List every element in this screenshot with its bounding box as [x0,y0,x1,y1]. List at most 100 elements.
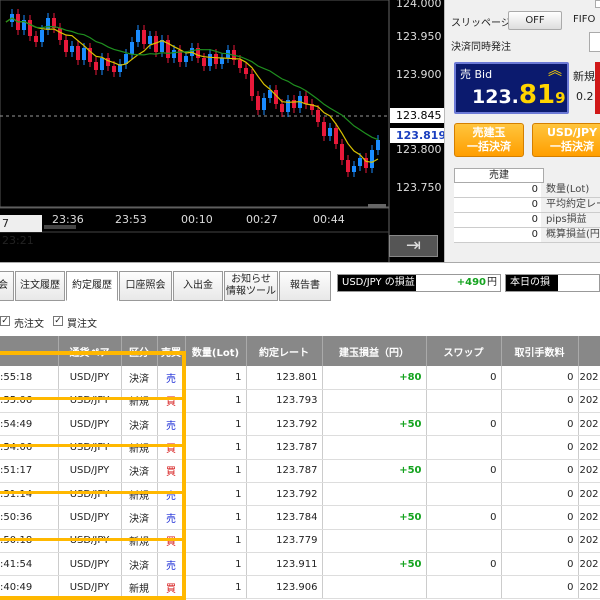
new-order-label: 新規 [573,70,595,83]
sell-bid-button[interactable]: 売 Bid ︽ 123.819 [454,62,569,114]
col-pair[interactable]: 通貨ペア [58,336,122,366]
x-tick: 00:44 [313,213,345,226]
col-lot[interactable]: 数量(Lot) [185,336,247,366]
candle-body [280,104,284,112]
price-line-label: 123.845 [390,108,444,123]
buy-order-label: 買注文 [67,319,97,330]
position-label: 数量(Lot) [546,184,590,195]
row-fee: 0 [501,529,579,553]
row-pl: +80 [322,366,427,390]
row-pl [322,529,427,553]
row-pl [322,389,427,414]
col-fee[interactable]: 取引手数料 [501,336,579,366]
scroll-to-latest-button[interactable]: ⇥ [389,235,438,257]
table-header: 通貨ペア 区分 売買 数量(Lot) 約定レート 建玉損益（円） スワップ 取引… [0,336,600,366]
row-date: 202 [578,505,600,530]
position-value: 0 [454,228,541,242]
candle-body [208,54,212,66]
row-pair: USD/JPY [58,552,122,577]
candle-body [34,36,38,42]
slippage-label: スリッページ [451,18,511,29]
col-rate[interactable]: 約定レート [246,336,323,366]
execution-history-table: 通貨ペア 区分 売買 数量(Lot) 約定レート 建玉損益（円） スワップ 取引… [0,336,600,600]
close-all-sell-button[interactable]: 売建玉 一括決済 [454,123,524,157]
buy-ask-button[interactable] [595,62,600,114]
col-swap[interactable]: スワップ [426,336,502,366]
table-row[interactable]: :40:49 USD/JPY 新規買 1 123.906 0 202 [0,575,600,600]
row-pair: USD/JPY [58,575,122,600]
price-chart[interactable]: 124.000 123.950 123.900 123.845 123.819 … [0,0,446,262]
row-type: 新規 [121,575,158,600]
settle-order-input[interactable] [589,32,600,52]
col-type[interactable]: 区分 [121,336,158,366]
row-time: :51:14 [0,482,59,507]
table-row[interactable]: :54:49 USD/JPY 決済売 1 123.792 +50 0 0 202 [0,412,600,437]
row-swap: 0 [426,459,502,483]
row-lot: 1 [185,575,247,600]
position-summary: 売建 0 数量(Lot) 0 平均約定レート 0 pips損益 0 概算損益(円) [454,168,600,243]
tab-partial[interactable]: 会 [0,271,14,301]
row-pl [322,482,427,507]
candle-body [148,36,152,44]
candle-body [244,68,248,74]
tab-reports[interactable]: 報告書 [279,271,331,301]
row-pair: USD/JPY [58,505,122,530]
row-type: 決済 [121,366,158,390]
sell-order-label: 売注文 [14,319,44,330]
row-rate: 123.801 [246,366,323,390]
col-time[interactable] [0,336,59,366]
row-fee: 0 [501,412,579,437]
row-date: 202 [578,435,600,460]
bid-price-main: 123. [472,86,519,108]
candle-body [376,140,380,150]
row-fee: 0 [501,459,579,483]
table-row[interactable]: :51:14 USD/JPY 新規売 1 123.792 0 202 [0,482,600,507]
row-fee: 0 [501,505,579,530]
row-pair: USD/JPY [58,435,122,460]
candle-body [256,96,260,110]
candle-body [94,62,98,70]
tab-account[interactable]: 口座照会 [119,271,172,301]
table-row[interactable]: :50:36 USD/JPY 決済売 1 123.784 +50 0 0 202 [0,505,600,530]
row-time: :50:18 [0,529,59,553]
col-pl[interactable]: 建玉損益（円） [322,336,427,366]
position-value: 0 [454,198,541,212]
table-row[interactable]: :55:06 USD/JPY 新規買 1 123.793 0 202 [0,389,600,414]
row-lot: 1 [185,552,247,577]
candle-body [64,40,68,52]
top-input[interactable] [595,0,600,8]
row-rate: 123.784 [246,505,323,530]
col-side[interactable]: 売買 [157,336,186,366]
candle-body [322,122,326,136]
row-fee: 0 [501,366,579,390]
row-pair: USD/JPY [58,366,122,390]
table-row[interactable]: :54:06 USD/JPY 新規買 1 123.787 0 202 [0,435,600,460]
buy-order-checkbox[interactable]: ✓ [53,316,63,326]
slippage-toggle[interactable]: OFF [508,11,562,30]
close-all-usdjpy-button[interactable]: USD/JPY 一括決済 [532,123,600,157]
tab-order-history[interactable]: 注文履歴 [15,271,65,301]
table-row[interactable]: :51:17 USD/JPY 決済買 1 123.787 +50 0 0 202 [0,459,600,483]
position-row: 0 pips損益 [454,213,600,228]
tab-deposit-withdraw[interactable]: 入出金 [173,271,223,301]
filter-row: ✓ 売注文 ✓ 買注文 [0,312,600,330]
row-rate: 123.787 [246,435,323,460]
row-date: 202 [578,482,600,507]
row-swap: 0 [426,412,502,437]
position-value: 0 [454,183,541,197]
position-row: 0 概算損益(円) [454,228,600,243]
position-label: pips損益 [546,214,587,225]
sell-order-checkbox[interactable]: ✓ [0,316,10,326]
table-row[interactable]: :55:18 USD/JPY 決済売 1 123.801 +80 0 0 202 [0,366,600,390]
row-side: 売 [157,482,186,507]
row-date: 202 [578,459,600,483]
tab-news-tools[interactable]: お知らせ 情報ツール [224,271,278,301]
row-pair: USD/JPY [58,529,122,553]
tab-execution-history[interactable]: 約定履歴 [66,271,118,301]
table-row[interactable]: :50:18 USD/JPY 新規買 1 123.779 0 202 [0,529,600,553]
col-date[interactable] [578,336,600,366]
table-row[interactable]: :41:54 USD/JPY 決済売 1 123.911 +50 0 0 202 [0,552,600,577]
candle-body [250,74,254,96]
candle-body [334,128,338,144]
row-fee: 0 [501,552,579,577]
